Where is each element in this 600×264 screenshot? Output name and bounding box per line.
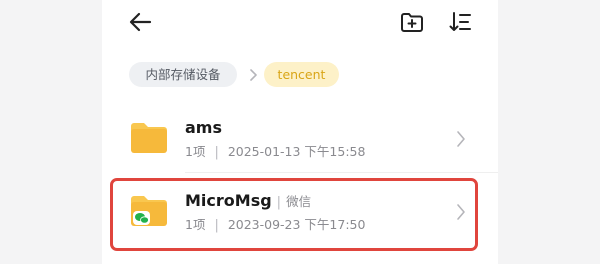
top-bar <box>102 0 498 48</box>
file-name: ams <box>185 118 222 138</box>
breadcrumb-separator-icon <box>250 69 257 81</box>
sort-button[interactable] <box>446 8 474 36</box>
file-meta: 1项 | 2025-01-13 下午15:58 <box>185 144 365 161</box>
back-button[interactable] <box>124 8 156 36</box>
chevron-right-icon <box>457 204 465 220</box>
new-folder-button[interactable] <box>398 8 426 36</box>
app-tag: 微信 <box>286 194 312 209</box>
item-count: 1项 <box>185 217 206 232</box>
tag-separator: | <box>276 195 282 210</box>
list-item-micromsg[interactable]: MicroMsg | 微信 1项 | 2023-09-23 下午17:50 <box>102 181 498 247</box>
file-name: MicroMsg | 微信 <box>185 191 311 213</box>
file-name-text: MicroMsg <box>185 191 272 210</box>
file-name-text: ams <box>185 118 222 137</box>
file-manager-panel: 内部存储设备 tencent ams 1项 | 2025-01-13 下午15:… <box>102 0 498 264</box>
wechat-folder-icon <box>131 196 167 226</box>
item-count: 1项 <box>185 144 206 159</box>
folder-icon <box>131 123 167 153</box>
breadcrumb-item-internal-storage[interactable]: 内部存储设备 <box>129 62 237 87</box>
sort-icon <box>449 12 471 31</box>
back-arrow-icon <box>129 12 152 32</box>
breadcrumb-item-tencent[interactable]: tencent <box>264 62 339 87</box>
chevron-right-icon <box>457 131 465 147</box>
list-item-ams[interactable]: ams 1项 | 2025-01-13 下午15:58 <box>102 108 498 174</box>
new-folder-icon <box>401 13 423 32</box>
file-meta: 1项 | 2023-09-23 下午17:50 <box>185 217 365 234</box>
meta-separator: | <box>214 218 219 233</box>
modified-time: 2025-01-13 下午15:58 <box>227 144 366 159</box>
modified-time: 2023-09-23 下午17:50 <box>227 217 366 232</box>
meta-separator: | <box>214 145 219 160</box>
divider <box>185 172 498 173</box>
